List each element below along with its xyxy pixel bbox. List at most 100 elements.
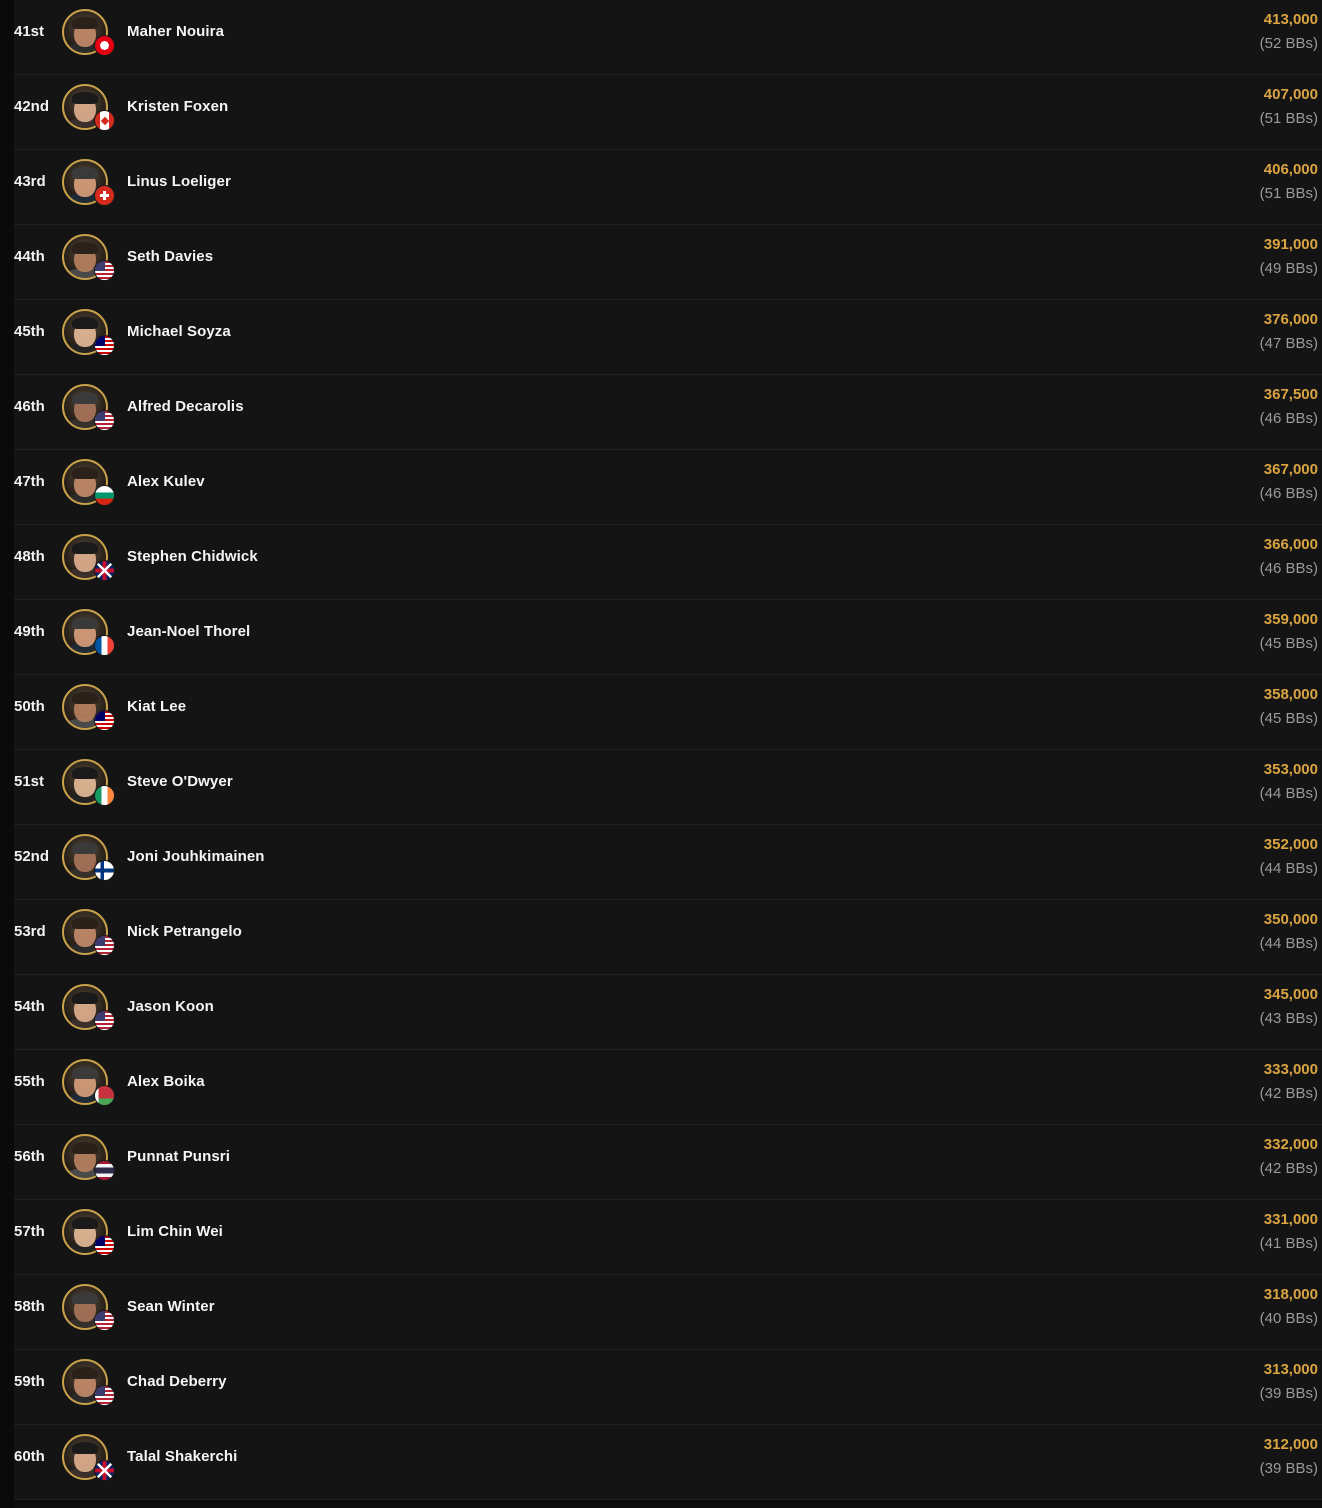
- avatar-hair: [72, 1367, 98, 1379]
- list-item[interactable]: 45th Michael Soyza 376,000 (47 BBs): [14, 300, 1322, 375]
- malaysia-flag-icon: [94, 335, 115, 356]
- list-item[interactable]: 46th Alfred Decarolis 367,500 (46 BBs): [14, 375, 1322, 450]
- player-rank: 58th: [14, 1298, 45, 1315]
- list-item[interactable]: 56th Punnat Punsri 332,000 (42 BBs): [14, 1125, 1322, 1200]
- player-name[interactable]: Michael Soyza: [127, 300, 231, 364]
- list-item[interactable]: 57th Lim Chin Wei 331,000 (41 BBs): [14, 1200, 1322, 1275]
- big-blinds: (45 BBs): [1259, 710, 1318, 727]
- chip-count: 376,000: [1263, 311, 1318, 328]
- player-rank: 41st: [14, 23, 45, 40]
- usa-flag-icon: [94, 260, 115, 281]
- list-item[interactable]: 52nd Joni Jouhkimainen 352,000 (44 BBs): [14, 825, 1322, 900]
- player-name[interactable]: Nick Petrangelo: [127, 900, 242, 964]
- list-item[interactable]: 49th Jean-Noel Thorel 359,000 (45 BBs): [14, 600, 1322, 675]
- list-item[interactable]: 47th Alex Kulev 367,000 (46 BBs): [14, 450, 1322, 525]
- chip-count: 313,000: [1263, 1361, 1318, 1378]
- player-rank: 49th: [14, 623, 45, 640]
- big-blinds: (49 BBs): [1259, 260, 1318, 277]
- chip-count: 406,000: [1263, 161, 1318, 178]
- avatar-hair: [72, 842, 98, 854]
- list-item[interactable]: 54th Jason Koon 345,000 (43 BBs): [14, 975, 1322, 1050]
- player-name[interactable]: Seth Davies: [127, 225, 213, 289]
- big-blinds: (39 BBs): [1259, 1385, 1318, 1402]
- list-item[interactable]: 50th Kiat Lee 358,000 (45 BBs): [14, 675, 1322, 750]
- tunisia-flag-icon: [94, 35, 115, 56]
- chip-count: 367,500: [1263, 386, 1318, 403]
- chip-count: 331,000: [1263, 1211, 1318, 1228]
- player-rank: 50th: [14, 698, 45, 715]
- avatar-hair: [72, 467, 98, 479]
- player-rank: 54th: [14, 998, 45, 1015]
- player-name[interactable]: Alex Kulev: [127, 450, 205, 514]
- list-item[interactable]: 53rd Nick Petrangelo 350,000 (44 BBs): [14, 900, 1322, 975]
- avatar-hair: [72, 767, 98, 779]
- usa-flag-icon: [94, 1010, 115, 1031]
- list-item[interactable]: 55th Alex Boika 333,000 (42 BBs): [14, 1050, 1322, 1125]
- player-name[interactable]: Jason Koon: [127, 975, 214, 1039]
- chip-count: 407,000: [1263, 86, 1318, 103]
- player-rank: 48th: [14, 548, 45, 565]
- player-name[interactable]: Stephen Chidwick: [127, 525, 258, 589]
- big-blinds: (44 BBs): [1259, 785, 1318, 802]
- avatar-hair: [72, 1142, 98, 1154]
- flag-canton-icon: [95, 1311, 105, 1322]
- big-blinds: (47 BBs): [1259, 335, 1318, 352]
- list-item[interactable]: 44th Seth Davies 391,000 (49 BBs): [14, 225, 1322, 300]
- big-blinds: (44 BBs): [1259, 935, 1318, 952]
- player-name[interactable]: Kiat Lee: [127, 675, 186, 739]
- player-name[interactable]: Kristen Foxen: [127, 75, 228, 139]
- big-blinds: (52 BBs): [1259, 35, 1318, 52]
- list-item[interactable]: 51st Steve O'Dwyer 353,000 (44 BBs): [14, 750, 1322, 825]
- thailand-flag-icon: [94, 1160, 115, 1181]
- belarus-flag-icon: [94, 1085, 115, 1106]
- chip-count: 333,000: [1263, 1061, 1318, 1078]
- player-name[interactable]: Lim Chin Wei: [127, 1200, 223, 1264]
- chip-count: 352,000: [1263, 836, 1318, 853]
- canada-flag-icon: [94, 110, 115, 131]
- player-name[interactable]: Alfred Decarolis: [127, 375, 244, 439]
- finland-flag-icon: [94, 860, 115, 881]
- ireland-flag-icon: [94, 785, 115, 806]
- list-item[interactable]: 42nd Kristen Foxen 407,000 (51 BBs): [14, 75, 1322, 150]
- player-name[interactable]: Jean-Noel Thorel: [127, 600, 250, 664]
- player-name[interactable]: Talal Shakerchi: [127, 1425, 237, 1489]
- list-item[interactable]: 59th Chad Deberry 313,000 (39 BBs): [14, 1350, 1322, 1425]
- big-blinds: (46 BBs): [1259, 560, 1318, 577]
- player-rank: 56th: [14, 1148, 45, 1165]
- player-name[interactable]: Chad Deberry: [127, 1350, 227, 1414]
- avatar-hair: [72, 1067, 98, 1079]
- player-name[interactable]: Linus Loeliger: [127, 150, 231, 214]
- malaysia-flag-icon: [94, 710, 115, 731]
- chip-count: 358,000: [1263, 686, 1318, 703]
- list-item[interactable]: 48th Stephen Chidwick 366,000 (46 BBs): [14, 525, 1322, 600]
- flag-canton-icon: [95, 1236, 105, 1247]
- list-item[interactable]: 43rd Linus Loeliger 406,000 (51 BBs): [14, 150, 1322, 225]
- player-name[interactable]: Maher Nouira: [127, 0, 224, 64]
- player-rank: 46th: [14, 398, 45, 415]
- chip-count: 366,000: [1263, 536, 1318, 553]
- big-blinds: (40 BBs): [1259, 1310, 1318, 1327]
- player-name[interactable]: Alex Boika: [127, 1050, 205, 1114]
- list-item[interactable]: 60th Talal Shakerchi 312,000 (39 BBs): [14, 1425, 1322, 1500]
- big-blinds: (44 BBs): [1259, 860, 1318, 877]
- uk-flag-icon: [94, 1460, 115, 1481]
- player-name[interactable]: Steve O'Dwyer: [127, 750, 233, 814]
- list-item[interactable]: 41st Maher Nouira 413,000 (52 BBs): [14, 0, 1322, 75]
- player-name[interactable]: Joni Jouhkimainen: [127, 825, 265, 889]
- avatar-hair: [72, 917, 98, 929]
- avatar-hair: [72, 17, 98, 29]
- player-name[interactable]: Sean Winter: [127, 1275, 215, 1339]
- big-blinds: (46 BBs): [1259, 485, 1318, 502]
- chip-count: 391,000: [1263, 236, 1318, 253]
- malaysia-flag-icon: [94, 1235, 115, 1256]
- list-item[interactable]: 58th Sean Winter 318,000 (40 BBs): [14, 1275, 1322, 1350]
- player-rank: 42nd: [14, 98, 50, 115]
- chip-count-list: 41st Maher Nouira 413,000 (52 BBs) 42nd …: [14, 0, 1322, 1500]
- player-rank: 53rd: [14, 923, 46, 940]
- uk-flag-icon: [94, 560, 115, 581]
- player-rank: 52nd: [14, 848, 50, 865]
- player-rank: 57th: [14, 1223, 45, 1240]
- avatar-hair: [72, 692, 98, 704]
- player-name[interactable]: Punnat Punsri: [127, 1125, 230, 1189]
- chip-count: 312,000: [1263, 1436, 1318, 1453]
